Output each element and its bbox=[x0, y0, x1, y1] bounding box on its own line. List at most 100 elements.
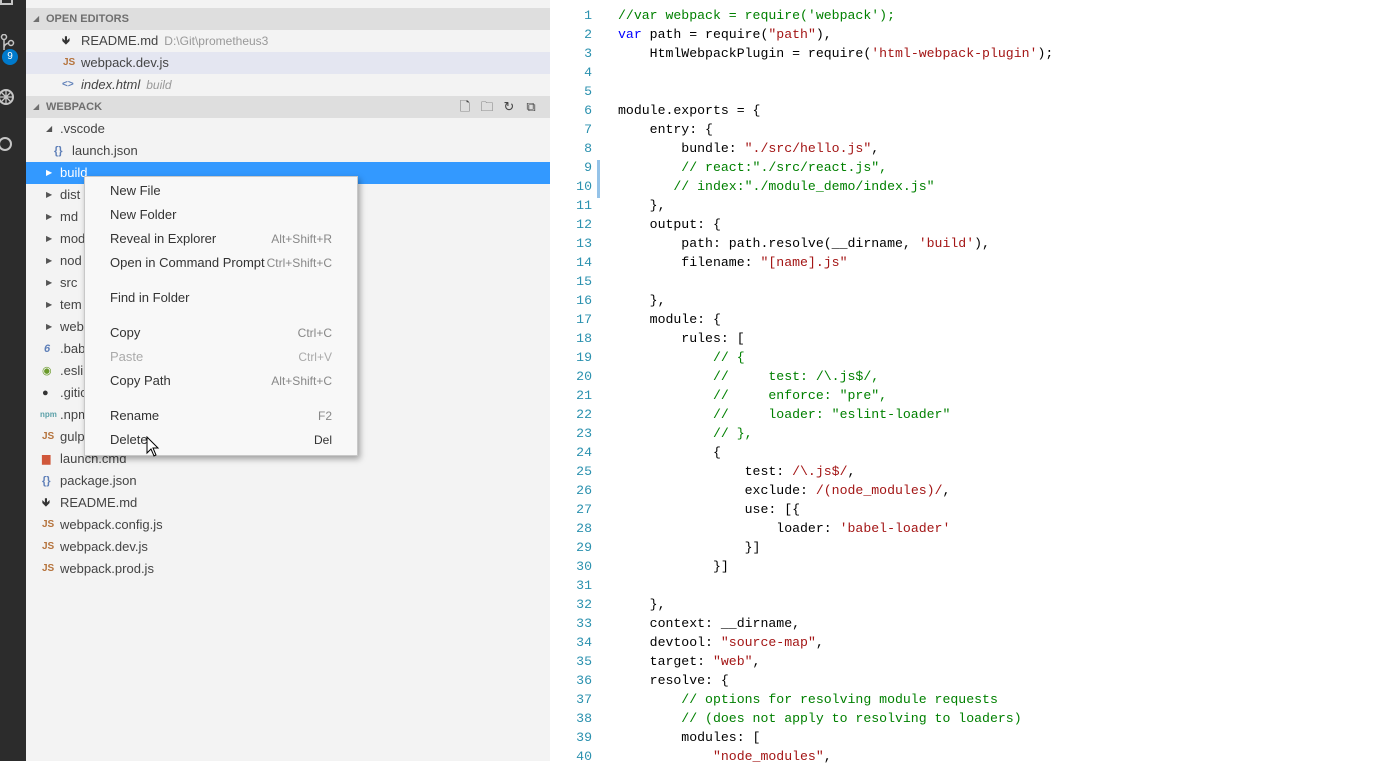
code-line[interactable]: exclude: /(node_modules)/, bbox=[618, 483, 951, 498]
collapsed-triangle-icon: ▶ bbox=[46, 256, 53, 265]
json-file-icon: {} bbox=[42, 475, 51, 487]
collapse-all-icon[interactable]: ⧉ bbox=[520, 96, 542, 118]
files-icon[interactable] bbox=[0, 0, 26, 10]
workspace-header[interactable]: ◢ WEBPACK 🗋 🗀 ↻ ⧉ bbox=[26, 96, 550, 118]
menu-item-copy[interactable]: Copy Ctrl+C bbox=[85, 322, 357, 344]
code-line[interactable]: }, bbox=[618, 293, 666, 308]
tree-file-launch-json[interactable]: {} launch.json bbox=[26, 140, 550, 162]
menu-item-find-in-folder[interactable]: Find in Folder bbox=[85, 287, 357, 309]
tree-file-readme[interactable]: 🡻 README.md bbox=[26, 492, 550, 514]
code-line[interactable]: loader: 'babel-loader' bbox=[618, 521, 950, 536]
babel-icon: 6 bbox=[44, 343, 51, 355]
code-line[interactable]: // react:"./src/react.js", bbox=[618, 160, 887, 175]
code-line[interactable]: devtool: "source-map", bbox=[618, 635, 824, 650]
collapsed-triangle-icon: ▶ bbox=[46, 190, 53, 199]
code-line[interactable]: use: [{ bbox=[618, 502, 800, 517]
open-editor-item[interactable]: JS webpack.dev.js bbox=[26, 52, 550, 74]
line-number: 5 bbox=[584, 84, 592, 99]
menu-item-new-folder[interactable]: New Folder bbox=[85, 204, 357, 226]
menu-item-copy-path[interactable]: Copy Path Alt+Shift+C bbox=[85, 370, 357, 392]
line-number: 19 bbox=[576, 350, 592, 365]
open-editors-header[interactable]: ◢ OPEN EDITORS bbox=[26, 8, 550, 30]
code-line[interactable]: output: { bbox=[618, 217, 721, 232]
collapsed-triangle-icon: ▶ bbox=[46, 212, 53, 221]
menu-item-delete[interactable]: Delete Del bbox=[85, 429, 357, 451]
tree-file-webpack-dev[interactable]: JS webpack.dev.js bbox=[26, 536, 550, 558]
code-line[interactable]: { bbox=[618, 445, 721, 460]
json-file-icon: {} bbox=[54, 145, 63, 157]
code-line[interactable]: HtmlWebpackPlugin = require('html-webpac… bbox=[618, 46, 1054, 61]
line-number: 14 bbox=[576, 255, 592, 270]
line-number: 15 bbox=[576, 274, 592, 289]
explorer-toolbar: 🗋 🗀 ↻ ⧉ bbox=[454, 96, 542, 118]
debug-icon[interactable] bbox=[0, 86, 26, 110]
code-line[interactable]: target: "web", bbox=[618, 654, 761, 669]
refresh-icon[interactable]: ↻ bbox=[498, 96, 520, 118]
line-number: 39 bbox=[576, 730, 592, 745]
code-line[interactable]: var path = require("path"), bbox=[618, 27, 832, 42]
code-line[interactable]: context: __dirname, bbox=[618, 616, 800, 631]
code-line[interactable]: }] bbox=[618, 540, 761, 555]
code-line[interactable]: // options for resolving module requests bbox=[618, 692, 998, 707]
mouse-pointer-icon bbox=[146, 435, 160, 461]
code-line[interactable]: filename: "[name].js" bbox=[618, 255, 847, 270]
code-line[interactable]: // loader: "eslint-loader" bbox=[618, 407, 950, 422]
line-number: 6 bbox=[584, 103, 592, 118]
tree-file-webpack-prod[interactable]: JS webpack.prod.js bbox=[26, 558, 550, 580]
line-number: 21 bbox=[576, 388, 592, 403]
code-line[interactable]: // enforce: "pre", bbox=[618, 388, 887, 403]
open-editor-label: index.html bbox=[81, 77, 141, 92]
line-number: 16 bbox=[576, 293, 592, 308]
code-line[interactable]: rules: [ bbox=[618, 331, 744, 346]
menu-item-new-file[interactable]: New File bbox=[85, 180, 357, 202]
line-number: 18 bbox=[576, 331, 592, 346]
npm-icon: npm bbox=[40, 410, 57, 419]
line-number: 2 bbox=[584, 27, 592, 42]
code-line[interactable]: module.exports = { bbox=[618, 103, 760, 118]
extensions-icon[interactable] bbox=[0, 134, 26, 156]
code-line[interactable]: resolve: { bbox=[618, 673, 729, 688]
code-editor[interactable]: 1 //var webpack = require('webpack'); 2 var… bbox=[550, 0, 1391, 764]
code-line[interactable]: // (does not apply to resolving to loade… bbox=[618, 711, 1021, 726]
tree-folder-vscode[interactable]: ◢ .vscode bbox=[26, 118, 550, 140]
windows-cmd-icon: ▆ bbox=[42, 453, 51, 465]
tree-file-webpack-config[interactable]: JS webpack.config.js bbox=[26, 514, 550, 536]
code-line[interactable]: }, bbox=[618, 597, 666, 612]
line-number: 3 bbox=[584, 46, 592, 61]
code-line[interactable]: }, bbox=[618, 198, 666, 213]
menu-item-open-command-prompt[interactable]: Open in Command Prompt Ctrl+Shift+C bbox=[85, 252, 357, 274]
code-line[interactable]: // }, bbox=[618, 426, 753, 441]
code-line[interactable]: entry: { bbox=[618, 122, 713, 137]
new-file-icon[interactable]: 🗋 bbox=[454, 96, 476, 118]
menu-item-reveal-in-explorer[interactable]: Reveal in Explorer Alt+Shift+R bbox=[85, 228, 357, 250]
line-number: 30 bbox=[576, 559, 592, 574]
collapsed-triangle-icon: ▶ bbox=[46, 234, 53, 243]
new-folder-icon[interactable]: 🗀 bbox=[476, 96, 498, 118]
open-editor-item[interactable]: 🡻 README.md D:\Git\prometheus3 bbox=[26, 30, 550, 52]
code-line[interactable]: path: path.resolve(__dirname, 'build'), bbox=[618, 236, 990, 251]
code-line[interactable]: //var webpack = require('webpack'); bbox=[618, 8, 895, 23]
open-editor-path: D:\Git\prometheus3 bbox=[164, 34, 269, 48]
markdown-icon: 🡻 bbox=[42, 497, 50, 509]
code-line[interactable]: modules: [ bbox=[618, 730, 760, 745]
line-number: 26 bbox=[576, 483, 592, 498]
code-line[interactable]: // { bbox=[618, 350, 745, 365]
js-file-icon: JS bbox=[63, 57, 76, 68]
code-line[interactable]: bundle: "./src/hello.js", bbox=[618, 141, 879, 156]
open-editor-label: README.md bbox=[81, 33, 159, 48]
open-editor-item[interactable]: <> index.html build bbox=[26, 74, 550, 96]
activity-bar: 9 bbox=[0, 0, 26, 761]
menu-item-paste[interactable]: Paste Ctrl+V bbox=[85, 346, 357, 368]
js-file-icon: JS bbox=[42, 519, 55, 530]
markdown-icon: 🡻 bbox=[62, 35, 70, 47]
line-number: 36 bbox=[576, 673, 592, 688]
tree-file-package-json[interactable]: {} package.json bbox=[26, 470, 550, 492]
code-line[interactable]: test: /\.js$/, bbox=[618, 464, 856, 479]
code-line[interactable]: }] bbox=[618, 559, 729, 574]
code-line[interactable]: "node_modules", bbox=[618, 749, 832, 764]
line-number: 20 bbox=[576, 369, 592, 384]
code-line[interactable]: // test: /\.js$/, bbox=[618, 369, 879, 384]
menu-item-rename[interactable]: Rename F2 bbox=[85, 405, 357, 427]
code-line[interactable]: module: { bbox=[618, 312, 721, 327]
code-line[interactable]: // index:"./module_demo/index.js" bbox=[618, 179, 934, 194]
